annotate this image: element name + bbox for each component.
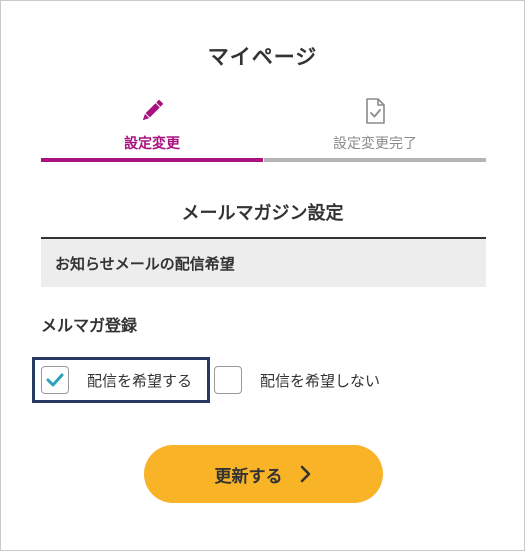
subscribe-checkbox[interactable] (41, 366, 69, 394)
step-indicator: 設定変更 設定変更完了 (41, 96, 486, 162)
mailmag-field-label: メルマガ登録 (41, 316, 138, 335)
step-progress-bar-inactive (264, 158, 486, 162)
unsubscribe-label[interactable]: 配信を希望しない (260, 370, 380, 391)
notice-header-text: お知らせメールの配信希望 (55, 255, 235, 273)
update-button-label: 更新する (214, 466, 283, 487)
page-title: マイページ (207, 45, 318, 69)
step-settings-complete: 設定変更完了 (264, 96, 486, 162)
page-frame: マイページ 設定変更 設定変更完了 メールマガジン設定 お知らせメールの配信希望… (0, 0, 525, 551)
section-title: メールマガジン設定 (181, 203, 344, 224)
chevron-right-icon (299, 464, 313, 484)
option-subscribe[interactable]: 配信を希望する (32, 357, 210, 403)
step-progress-bar-active (41, 158, 263, 162)
update-button[interactable]: 更新する (144, 445, 383, 503)
step-label: 設定変更完了 (333, 136, 417, 152)
unsubscribe-checkbox[interactable] (214, 366, 242, 394)
notice-header: お知らせメールの配信希望 (41, 237, 486, 287)
step-edit-settings: 設定変更 (41, 96, 263, 162)
step-label: 設定変更 (124, 136, 180, 152)
document-check-icon (360, 96, 390, 126)
option-unsubscribe[interactable]: 配信を希望しない (214, 357, 414, 403)
check-icon (46, 373, 64, 387)
pencil-icon (137, 96, 167, 126)
subscribe-label[interactable]: 配信を希望する (87, 370, 192, 391)
